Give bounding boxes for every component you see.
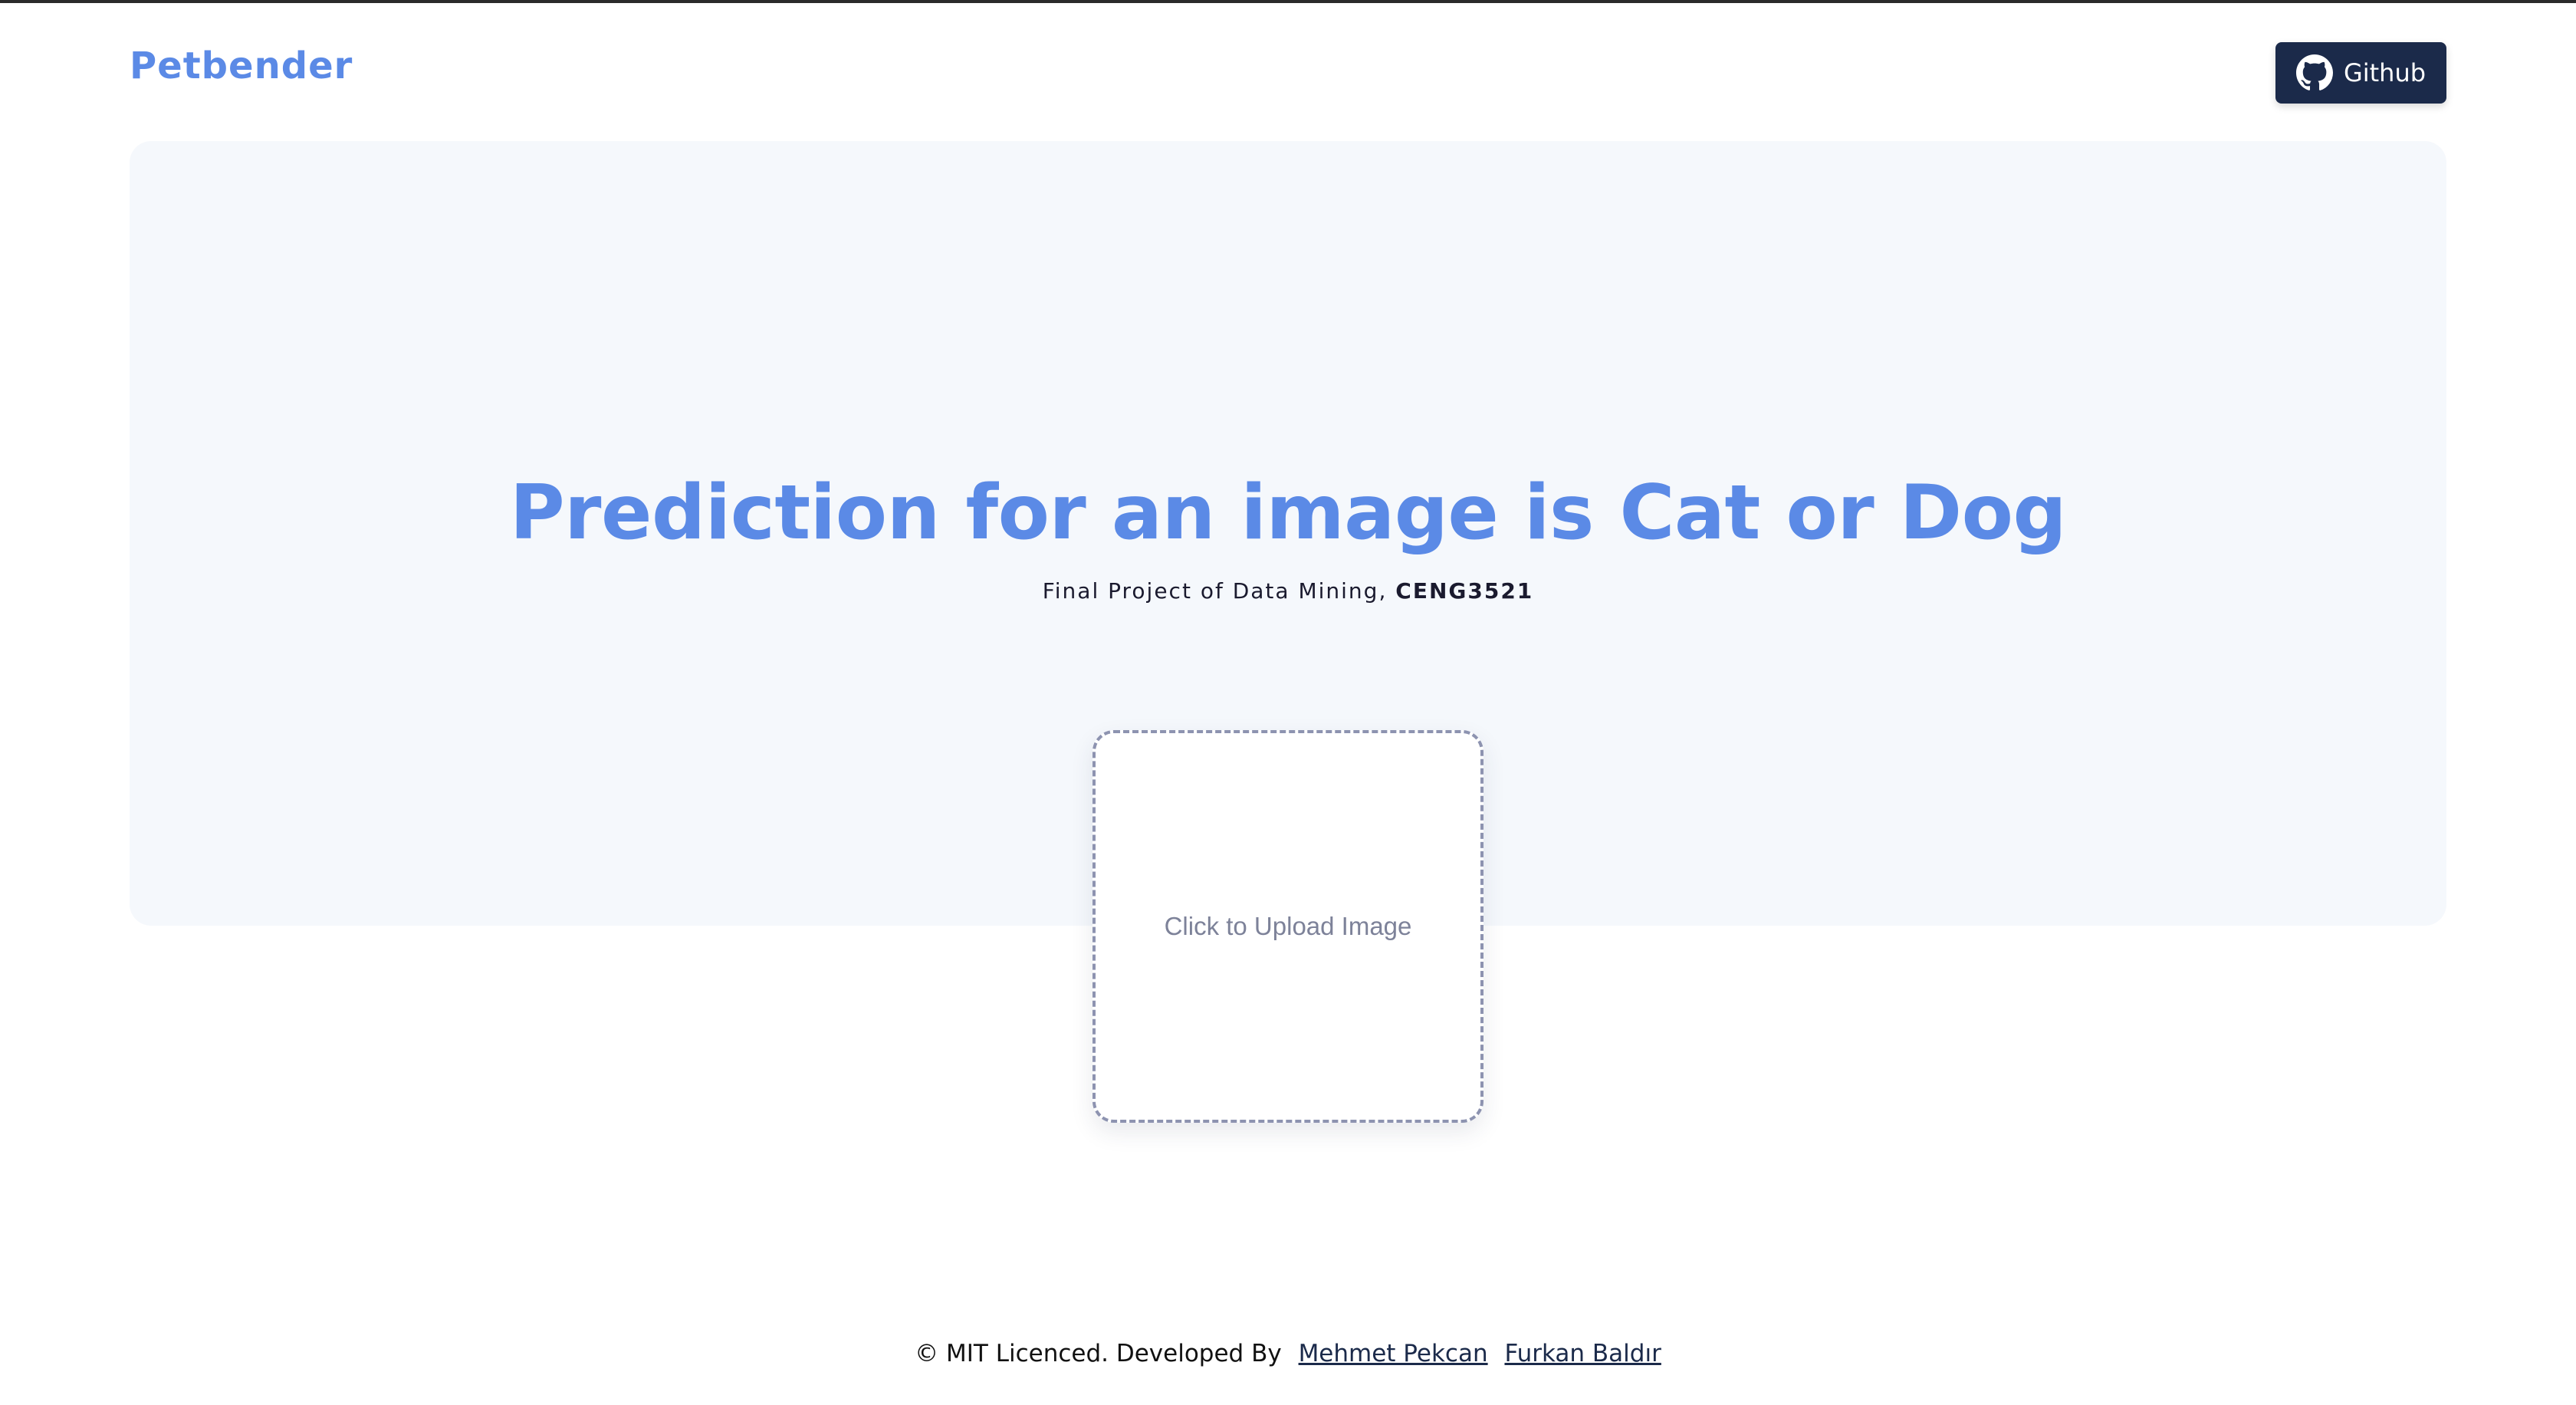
github-icon [2295,54,2333,91]
image-upload-dropzone[interactable]: Click to Upload Image [1092,730,1484,1123]
hero-title: Prediction for an image is Cat or Dog [509,469,2067,557]
github-button[interactable]: Github [2275,42,2446,104]
page: Petbender Github Prediction for an image… [0,0,2576,1405]
github-button-label: Github [2343,58,2426,87]
course-code: CENG3521 [1395,578,1534,604]
footer: © MIT Licenced. Developed By Mehmet Pekc… [0,1340,2576,1367]
author-link-mehmet-pekcan[interactable]: Mehmet Pekcan [1299,1340,1488,1367]
upload-label: Click to Upload Image [1164,912,1412,940]
footer-text: © MIT Licenced. Developed By [915,1340,1282,1367]
hero-subtitle-text: Final Project of Data Mining, [1042,578,1388,604]
brand-logo[interactable]: Petbender [130,44,353,87]
author-link-furkan-baldir[interactable]: Furkan Baldır [1504,1340,1661,1367]
hero-subtitle: Final Project of Data Mining, CENG3521 [130,578,2446,604]
